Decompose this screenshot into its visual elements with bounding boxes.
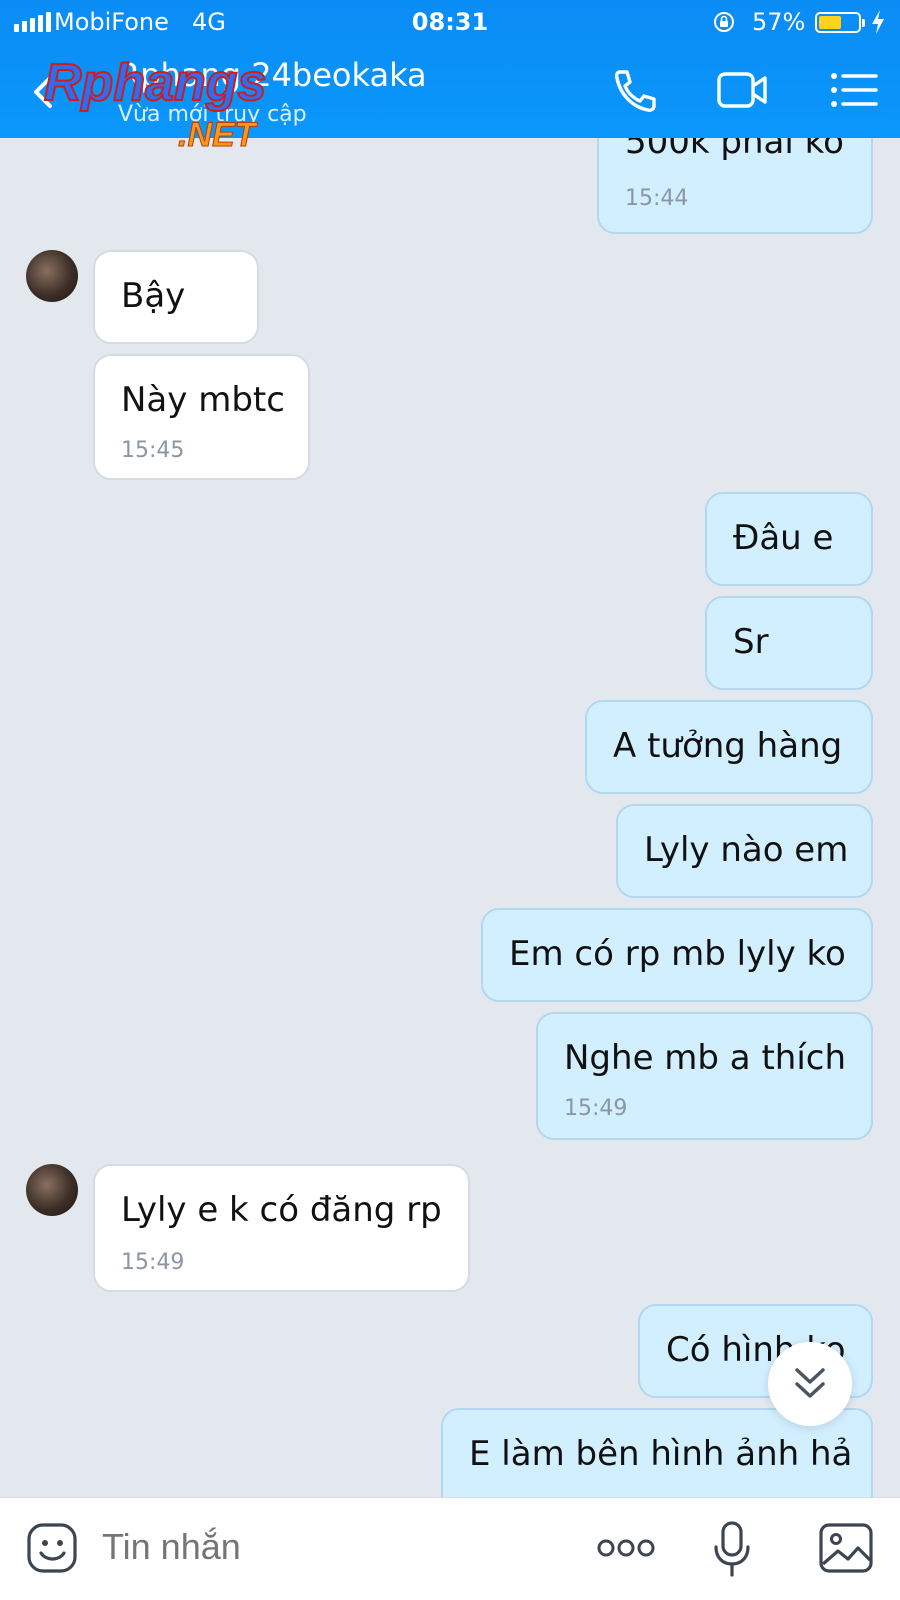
message-bubble[interactable]: Này mbtc 15:45 [93,354,310,480]
avatar[interactable] [26,250,78,302]
message-text: Lyly e k có đăng rp [121,1190,442,1230]
message-bubble[interactable]: 500k phải ko 15:44 [597,138,873,234]
chat-header: MobiFone 4G 08:31 57% Rphang.24beokaka V… [0,0,900,155]
message-time: 15:49 [121,1250,185,1275]
double-chevron-down-icon [795,1368,825,1398]
message-text: Đâu e [733,518,834,558]
message-text: A tưởng hàng [613,726,843,766]
message-text: Em có rp mb lyly ko [509,934,846,974]
message-input[interactable] [102,1526,522,1568]
message-text: Sr [733,622,769,662]
message-time: 15:45 [121,438,185,463]
phone-icon[interactable] [608,66,660,114]
message-text: Bậy [121,276,186,316]
message-text: Nghe mb a thích [564,1038,847,1078]
scroll-to-bottom-button[interactable] [768,1342,852,1426]
avatar[interactable] [26,1164,78,1216]
message-list[interactable]: 500k phải ko 15:44 Bậy Này mbtc 15:45 Đâ… [0,138,900,1497]
image-icon[interactable] [818,1522,874,1574]
status-bar: MobiFone 4G 08:31 57% [0,0,900,44]
message-bubble[interactable]: Lyly nào em [616,804,873,898]
message-bubble[interactable]: Sr [705,596,873,690]
battery-percent: 57% [752,8,806,36]
video-icon[interactable] [716,66,768,114]
message-bubble[interactable]: Em có rp mb lyly ko [481,908,873,1002]
menu-icon[interactable] [828,66,880,114]
svg-text:Rphangs: Rphangs [44,56,266,112]
battery-icon [815,12,865,33]
message-bubble[interactable]: Đâu e [705,492,873,586]
message-bubble[interactable]: Bậy [93,250,259,344]
mic-icon[interactable] [712,1520,752,1578]
emoji-icon[interactable] [26,1522,78,1574]
more-icon[interactable] [596,1536,656,1560]
message-text: E làm bên hình ảnh hả [469,1434,853,1474]
message-time: 15:44 [625,186,689,211]
rotation-lock-icon [714,12,734,32]
message-text: Lyly nào em [644,830,849,870]
message-bubble[interactable]: Nghe mb a thích 15:49 [536,1012,873,1140]
message-text: 500k phải ko [625,138,844,162]
message-bubble[interactable]: Lyly e k có đăng rp 15:49 [93,1164,470,1292]
charging-icon [872,10,884,34]
message-bubble[interactable]: A tưởng hàng [585,700,873,794]
message-composer [0,1497,900,1600]
message-time: 15:49 [564,1096,628,1121]
message-text: Này mbtc [121,380,285,420]
